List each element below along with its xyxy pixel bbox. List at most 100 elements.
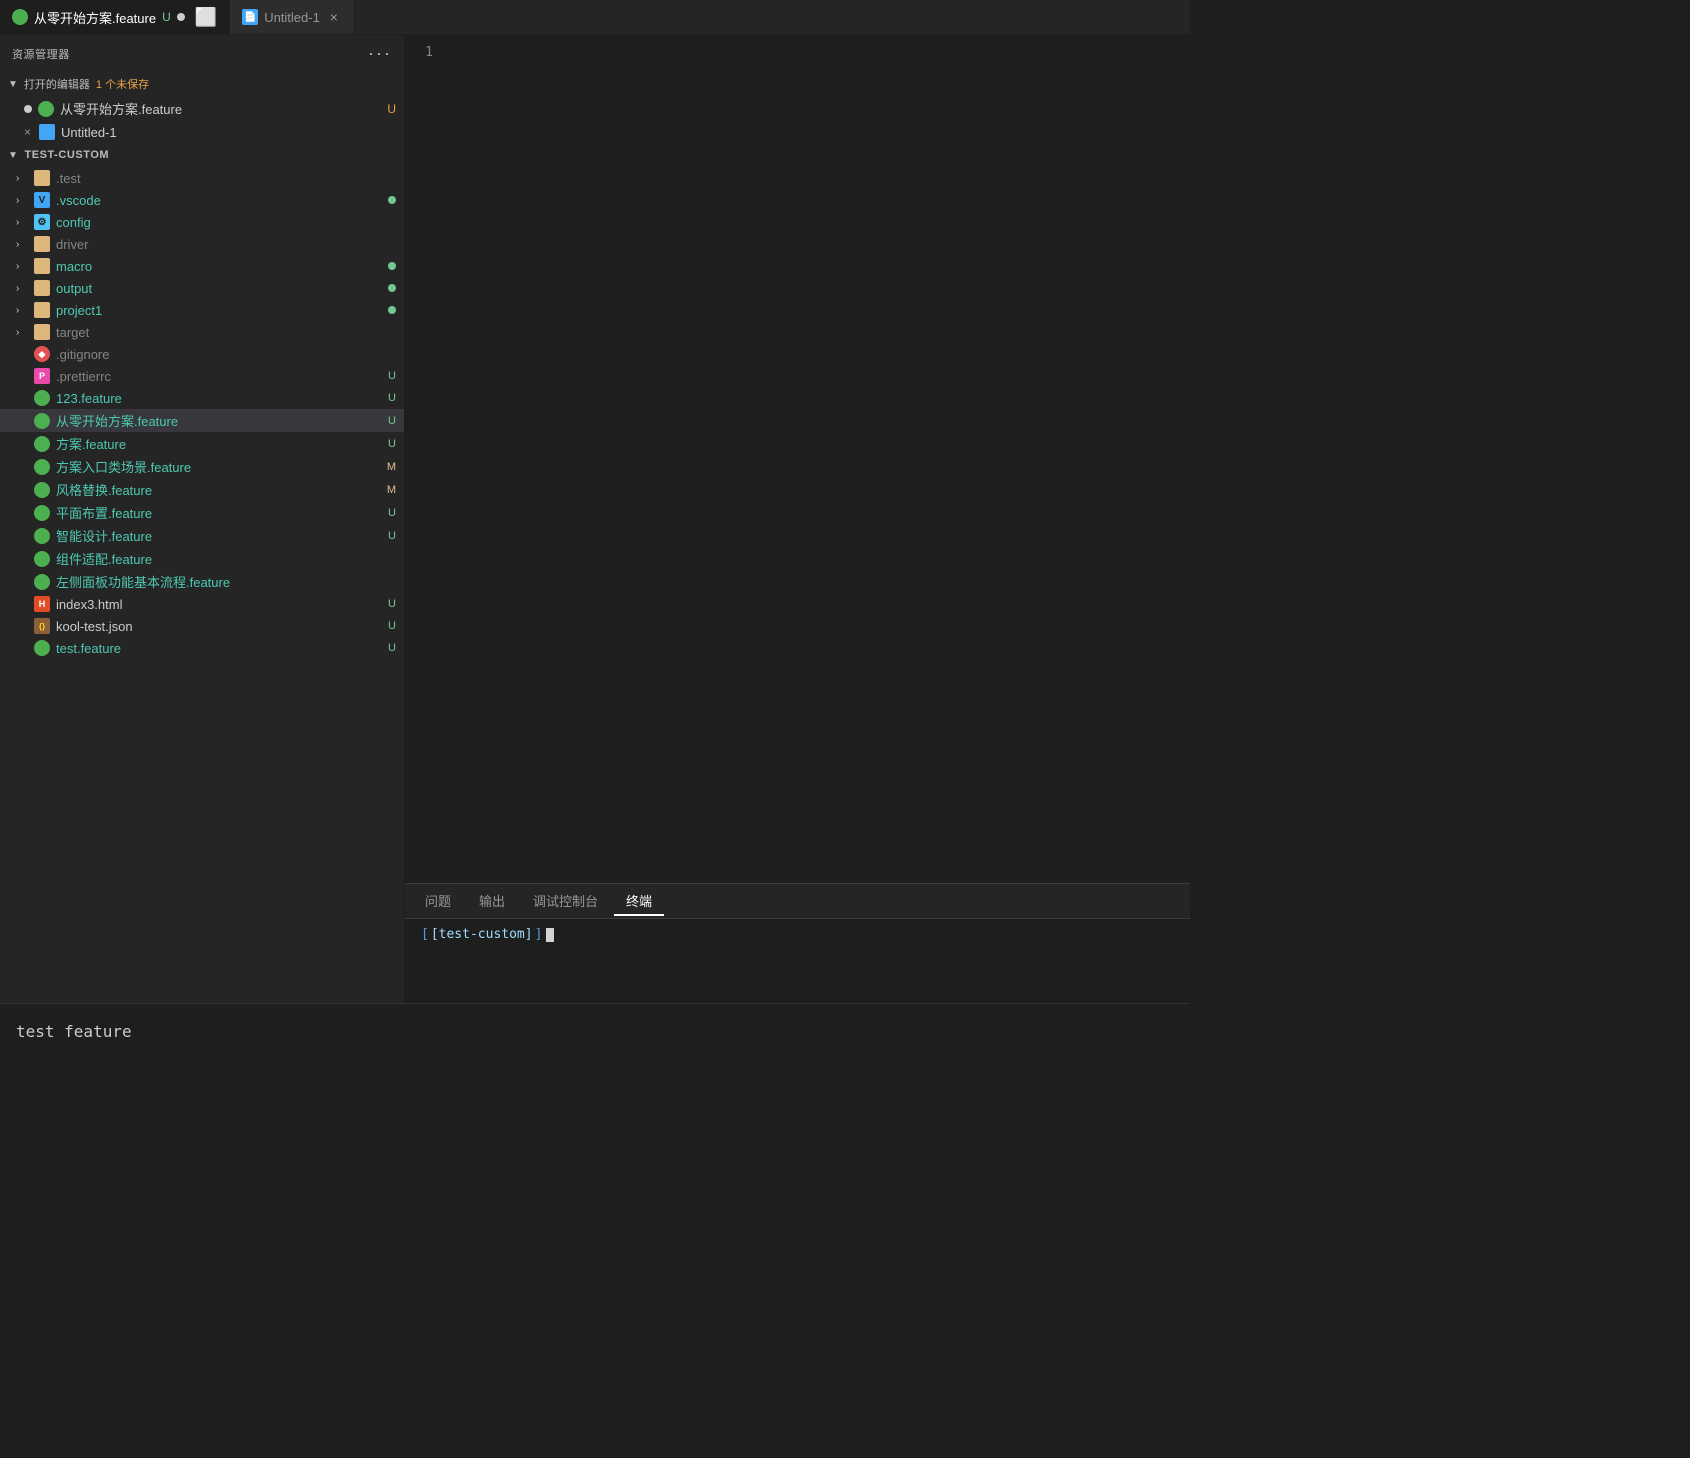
config-folder-name: config [56, 215, 396, 230]
tree-item-fengge[interactable]: › 风格替换.feature M [0, 478, 404, 501]
file-tree: ▼ TEST-CUSTOM › .test › V .vscode › ⚙ co… [0, 143, 404, 1003]
tree-item-macro[interactable]: › macro [0, 255, 404, 277]
target-chevron: › [16, 327, 28, 338]
prompt-open-bracket: [ [421, 927, 429, 942]
sidebar-more-button[interactable]: ··· [368, 43, 392, 64]
output-git-dot [388, 284, 396, 292]
tab-terminal[interactable]: 终端 [614, 887, 664, 916]
tree-item-config[interactable]: › ⚙ config [0, 211, 404, 233]
feature-tab-label: 从零开始方案.feature [34, 8, 156, 27]
editor-item-untitled[interactable]: × Untitled-1 [0, 121, 404, 143]
driver-chevron: › [16, 239, 28, 250]
gitignore-file-icon: ◆ [34, 346, 50, 362]
editor-feature-filename: 从零开始方案.feature [60, 99, 381, 118]
terminal-tab-bar: 问题 输出 调试控制台 终端 [405, 884, 1190, 919]
tree-item-vscode[interactable]: › V .vscode [0, 189, 404, 211]
fangan-feature-filename: 方案.feature [56, 434, 382, 453]
open-editors-section: ▼ 打开的编辑器 1 个未保存 从零开始方案.feature U × Untit… [0, 72, 404, 143]
open-editors-label[interactable]: ▼ 打开的编辑器 1 个未保存 [0, 72, 404, 96]
open-editors-chevron: ▼ [8, 79, 18, 90]
code-editor[interactable] [445, 35, 1190, 883]
config-folder-icon: ⚙ [34, 214, 50, 230]
tree-item-zhineng[interactable]: › 智能设计.feature U [0, 524, 404, 547]
pingmian-feature-filename: 平面布置.feature [56, 503, 382, 522]
tree-item-pingmian[interactable]: › 平面布置.feature U [0, 501, 404, 524]
editor-item-dot [24, 105, 32, 113]
debug-console-label: 调试控制台 [533, 894, 598, 909]
test-folder-name: .test [56, 171, 396, 186]
macro-git-dot [388, 262, 396, 270]
driver-folder-icon [34, 236, 50, 252]
vscode-folder-icon: V [34, 192, 50, 208]
tree-item-kooljson[interactable]: › {} kool-test.json U [0, 615, 404, 637]
tab-untitled[interactable]: 📄 Untitled-1 × [230, 0, 355, 34]
output-chevron: › [16, 283, 28, 294]
testfeature-filename: test.feature [56, 641, 382, 656]
output-folder-icon [34, 280, 50, 296]
prettierrc-filename: .prettierrc [56, 369, 382, 384]
tree-item-123feature[interactable]: › 123.feature U [0, 387, 404, 409]
tree-item-testfeature[interactable]: › test.feature U [0, 637, 404, 659]
zuoce-feature-icon [34, 574, 50, 590]
untitled-tab-icon: 📄 [242, 9, 258, 25]
tree-item-prettierrc[interactable]: › P .prettierrc U [0, 365, 404, 387]
tree-item-test[interactable]: › .test [0, 167, 404, 189]
vscode-chevron: › [16, 195, 28, 206]
editor-item-feature[interactable]: 从零开始方案.feature U [0, 96, 404, 121]
sidebar: 资源管理器 ··· ▼ 打开的编辑器 1 个未保存 从零开始方案.feature… [0, 35, 405, 1003]
editor-content[interactable]: 1 [405, 35, 1190, 883]
sidebar-header: 资源管理器 ··· [0, 35, 404, 72]
prompt-close-bracket: ] [535, 927, 543, 942]
pingmian-git-status: U [388, 507, 396, 519]
tab-debug-console[interactable]: 调试控制台 [521, 887, 610, 916]
rukou-feature-icon [34, 459, 50, 475]
test-chevron: › [16, 173, 28, 184]
project1-chevron: › [16, 305, 28, 316]
project1-folder-icon [34, 302, 50, 318]
rukou-feature-filename: 方案入口类场景.feature [56, 457, 381, 476]
congyao-feature-filename: 从零开始方案.feature [56, 411, 382, 430]
zujian-feature-filename: 组件适配.feature [56, 549, 396, 568]
tree-item-congyao[interactable]: › 从零开始方案.feature U [0, 409, 404, 432]
fengge-git-status: M [387, 484, 396, 496]
test-feature-text: test feature [16, 1022, 132, 1041]
fangan-git-status: U [388, 438, 396, 450]
line-numbers: 1 [405, 35, 445, 883]
tree-item-rukou[interactable]: › 方案入口类场景.feature M [0, 455, 404, 478]
zhineng-feature-icon [34, 528, 50, 544]
macro-chevron: › [16, 261, 28, 272]
untitled-tab-label: Untitled-1 [264, 10, 320, 25]
index3html-icon: H [34, 596, 50, 612]
tree-item-zuoce[interactable]: › 左侧面板功能基本流程.feature [0, 570, 404, 593]
rukou-git-status: M [387, 461, 396, 473]
prompt-name: [test-custom] [431, 927, 533, 942]
vscode-git-dot [388, 196, 396, 204]
tree-item-index3html[interactable]: › H index3.html U [0, 593, 404, 615]
editor-untitled-filename: Untitled-1 [61, 125, 396, 140]
tree-item-gitignore[interactable]: › ◆ .gitignore [0, 343, 404, 365]
tree-item-target[interactable]: › target [0, 321, 404, 343]
editor-untitled-close[interactable]: × [24, 125, 31, 139]
untitled-tab-close[interactable]: × [326, 9, 342, 25]
tab-problems[interactable]: 问题 [413, 887, 463, 916]
editor-area: 1 问题 输出 调试控制台 终端 [ [405, 35, 1190, 1003]
tree-item-output[interactable]: › output [0, 277, 404, 299]
123feature-icon [34, 390, 50, 406]
terminal-content[interactable]: [ [test-custom] ] [405, 919, 1190, 1003]
gitignore-filename: .gitignore [56, 347, 396, 362]
open-editors-badge: 1 个未保存 [96, 76, 149, 92]
line-number-1: 1 [405, 43, 433, 62]
123feature-filename: 123.feature [56, 391, 382, 406]
tab-feature[interactable]: 从零开始方案.feature U ⬜ [0, 0, 230, 34]
tree-item-fangan[interactable]: › 方案.feature U [0, 432, 404, 455]
open-editors-text: 打开的编辑器 [24, 76, 90, 92]
tree-item-project1[interactable]: › project1 [0, 299, 404, 321]
workspace-header[interactable]: ▼ TEST-CUSTOM [0, 143, 404, 167]
fangan-feature-icon [34, 436, 50, 452]
tree-item-zujian[interactable]: › 组件适配.feature [0, 547, 404, 570]
editor-feature-unsaved: U [387, 102, 396, 116]
problems-label: 问题 [425, 894, 451, 909]
tab-output[interactable]: 输出 [467, 887, 517, 916]
tree-item-driver[interactable]: › driver [0, 233, 404, 255]
terminal-cursor [546, 928, 554, 942]
